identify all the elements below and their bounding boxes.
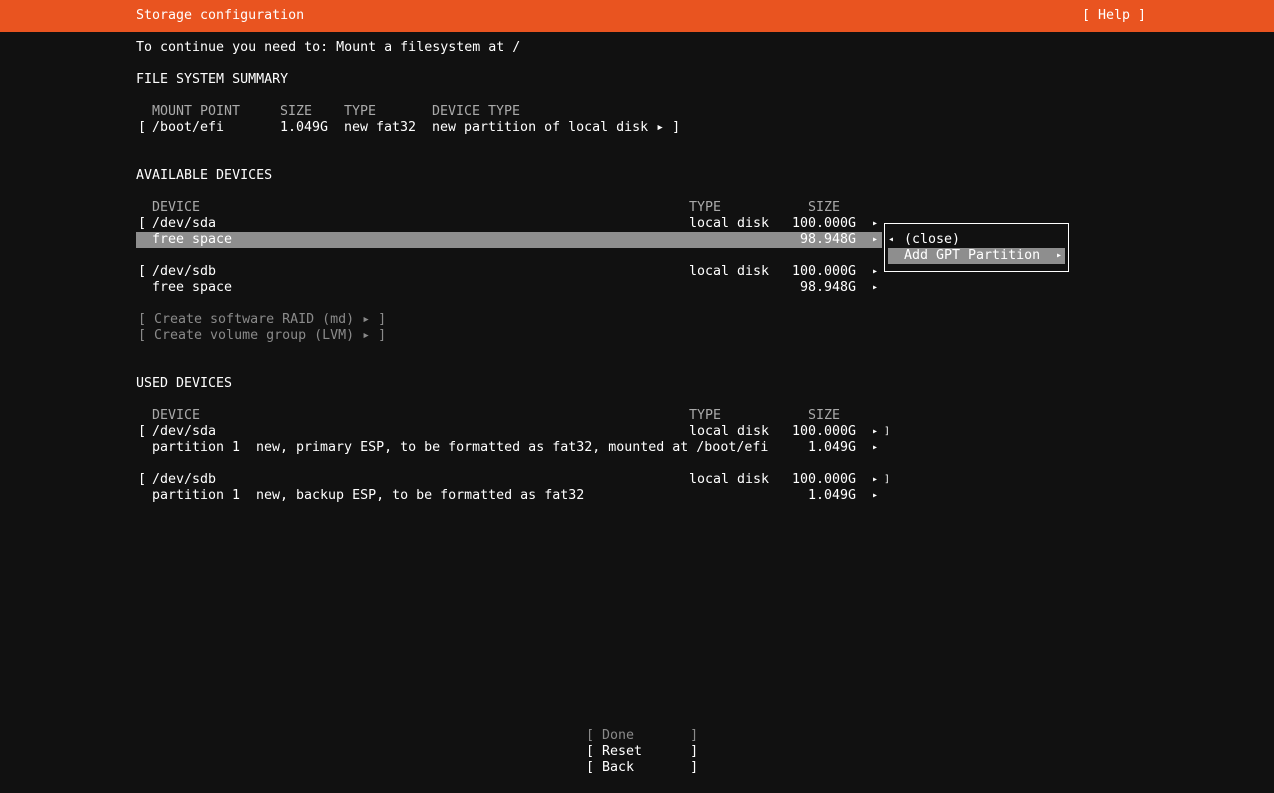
page-title: Storage configuration <box>136 8 305 23</box>
used-col-device: DEVICE <box>152 408 201 423</box>
fs-mount-point: /boot/efi <box>152 120 225 135</box>
row-bracket: [ <box>138 424 147 439</box>
partition-description: new, backup ESP, to be formatted as fat3… <box>256 488 585 503</box>
device-name: /dev/sdb <box>152 472 217 487</box>
help-button[interactable]: [ Help ] <box>1082 8 1146 24</box>
fs-col-type: TYPE <box>344 104 377 119</box>
expand-arrow-icon[interactable]: ▸ <box>872 216 878 232</box>
partition-name: partition 1 <box>152 440 241 455</box>
expand-arrow-icon[interactable]: ▸ <box>872 232 878 248</box>
device-name: /dev/sdb <box>152 264 217 279</box>
back-button[interactable]: [ Back ] <box>586 760 698 776</box>
used-col-size: SIZE <box>808 408 841 423</box>
avail-col-size: SIZE <box>808 200 841 215</box>
row-bracket: [ <box>138 472 147 487</box>
free-space-size: 98.948G <box>800 280 857 295</box>
device-size: 100.000G <box>792 264 857 279</box>
menu-item-add-gpt-partition[interactable]: Add GPT Partition <box>904 248 1040 264</box>
free-space-label: free space <box>152 232 233 247</box>
fs-device-type: new partition of local disk ▸ ] <box>432 120 681 135</box>
create-raid-button[interactable]: [ Create software RAID (md) ▸ ] <box>138 312 386 328</box>
device-type: local disk <box>689 216 770 231</box>
header-bar: Storage configuration [ Help ] <box>0 0 1274 32</box>
instruction-text: To continue you need to: Mount a filesys… <box>136 40 521 55</box>
device-size: 100.000G <box>792 472 857 487</box>
expand-arrow-icon[interactable]: ▸ <box>872 488 878 504</box>
partition-size: 1.049G <box>808 440 857 455</box>
partition-action-menu: ◂ (close) Add GPT Partition ▸ <box>884 223 1069 272</box>
available-devices-heading: AVAILABLE DEVICES <box>136 168 273 183</box>
used-devices-heading: USED DEVICES <box>136 376 233 391</box>
fs-size: 1.049G <box>280 120 329 135</box>
fs-col-size: SIZE <box>280 104 313 119</box>
device-name: /dev/sda <box>152 216 217 231</box>
partition-name: partition 1 <box>152 488 241 503</box>
device-name: /dev/sda <box>152 424 217 439</box>
row-bracket: [ <box>138 264 147 279</box>
avail-col-type: TYPE <box>689 200 722 215</box>
create-lvm-button[interactable]: [ Create volume group (LVM) ▸ ] <box>138 328 386 344</box>
device-size: 100.000G <box>792 424 857 439</box>
used-col-type: TYPE <box>689 408 722 423</box>
reset-button[interactable]: [ Reset ] <box>586 744 698 760</box>
expand-arrow-icon[interactable]: ▸ <box>872 264 878 280</box>
expand-arrow-icon[interactable]: ▸ <box>872 440 878 456</box>
row-bracket: [ <box>138 216 147 231</box>
back-arrow-icon: ◂ <box>888 234 895 245</box>
fs-col-device-type: DEVICE TYPE <box>432 104 521 119</box>
device-type: local disk <box>689 472 770 487</box>
fs-summary-heading: FILE SYSTEM SUMMARY <box>136 72 289 87</box>
free-space-size: 98.948G <box>800 232 857 247</box>
partition-description: new, primary ESP, to be formatted as fat… <box>256 440 769 455</box>
selected-row-highlight <box>136 232 882 248</box>
partition-size: 1.049G <box>808 488 857 503</box>
fs-type: new fat32 <box>344 120 417 135</box>
free-space-label: free space <box>152 280 233 295</box>
expand-arrow-icon[interactable]: ▸ ] <box>872 472 890 488</box>
menu-item-close[interactable]: (close) <box>904 232 960 248</box>
done-button[interactable]: [ Done ] <box>586 728 698 744</box>
expand-arrow-icon[interactable]: ▸ <box>872 280 878 296</box>
expand-arrow-icon[interactable]: ▸ ] <box>872 424 890 440</box>
device-type: local disk <box>689 424 770 439</box>
submenu-arrow-icon: ▸ <box>1056 250 1063 261</box>
fs-col-mount: MOUNT POINT <box>152 104 241 119</box>
device-size: 100.000G <box>792 216 857 231</box>
device-type: local disk <box>689 264 770 279</box>
row-bracket: [ <box>138 120 147 135</box>
avail-col-device: DEVICE <box>152 200 201 215</box>
